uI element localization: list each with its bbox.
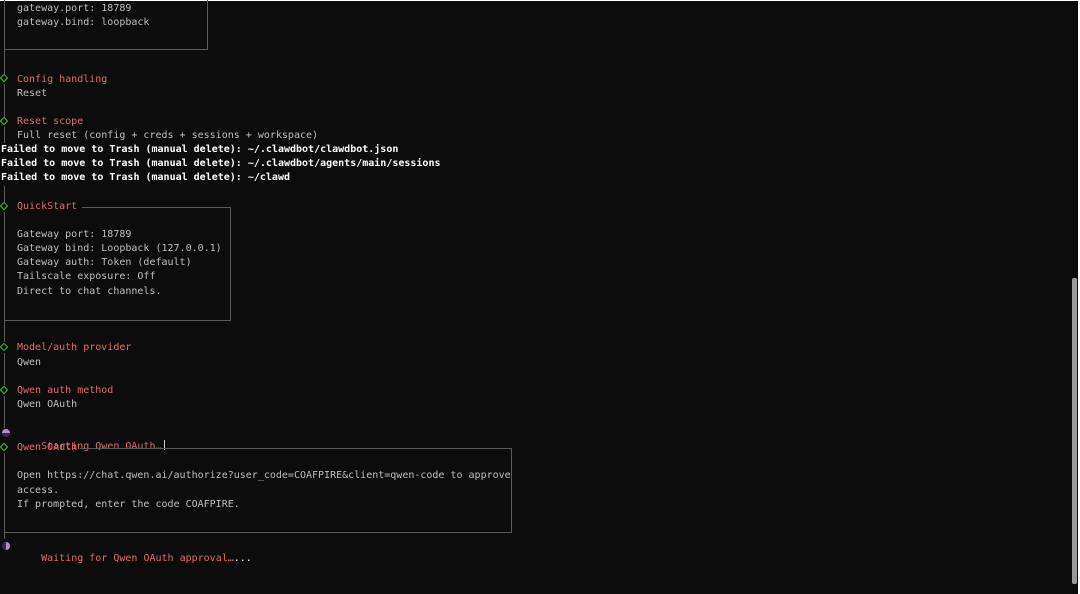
diamond-icon bbox=[0, 442, 9, 452]
quickstart-title: QuickStart bbox=[17, 201, 78, 212]
waiting-status: Waiting for Qwen OAuth approval…... bbox=[17, 541, 252, 564]
quickstart-line: Tailscale exposure: Off bbox=[17, 271, 156, 282]
model-provider-title: Model/auth provider bbox=[17, 342, 132, 353]
spinner-icon bbox=[2, 542, 10, 550]
quickstart-line: Direct to chat channels. bbox=[17, 286, 162, 297]
qwen-oauth-line: If prompted, enter the code COAFPIRE. bbox=[17, 499, 240, 510]
auth-method-value: Qwen OAuth bbox=[17, 399, 78, 410]
flow-line bbox=[4, 453, 5, 539]
diamond-icon bbox=[0, 73, 9, 83]
scrollbar-thumb[interactable] bbox=[1072, 278, 1077, 584]
qwen-oauth-title: Qwen OAuth bbox=[17, 442, 78, 453]
qwen-oauth-box-right-border bbox=[511, 448, 512, 533]
error-line: Failed to move to Trash (manual delete):… bbox=[1, 158, 441, 169]
terminal-window[interactable]: gateway.port: 18789 gateway.bind: loopba… bbox=[0, 0, 1080, 594]
flow-line bbox=[4, 396, 5, 428]
reset-scope-title: Reset scope bbox=[17, 116, 84, 127]
flow-line bbox=[4, 84, 5, 117]
qwen-oauth-box-bottom-border bbox=[4, 532, 512, 533]
qwen-oauth-line: Open https://chat.qwen.ai/authorize?user… bbox=[17, 470, 511, 481]
quickstart-line: Gateway auth: Token (default) bbox=[17, 257, 192, 268]
diamond-icon bbox=[0, 385, 9, 395]
summary-line: gateway.port: 18789 bbox=[17, 3, 132, 14]
flow-line bbox=[4, 186, 5, 203]
summary-box-bottom-border bbox=[4, 49, 208, 50]
flow-line bbox=[4, 212, 5, 342]
flow-line bbox=[4, 127, 5, 143]
config-handling-title: Config handling bbox=[17, 74, 108, 85]
config-handling-value: Reset bbox=[17, 88, 48, 99]
qwen-oauth-line: access. bbox=[17, 485, 60, 496]
flow-line bbox=[4, 353, 5, 385]
quickstart-box-top-border bbox=[82, 207, 231, 208]
quickstart-line: Gateway port: 18789 bbox=[17, 229, 132, 240]
quickstart-line: Gateway bind: Loopback (127.0.0.1) bbox=[17, 243, 222, 254]
diamond-icon bbox=[0, 116, 9, 126]
summary-line: gateway.bind: loopback bbox=[17, 17, 150, 28]
quickstart-box-bottom-border bbox=[4, 320, 231, 321]
diamond-icon bbox=[0, 201, 9, 211]
error-line: Failed to move to Trash (manual delete):… bbox=[1, 172, 290, 183]
starting-status: Starting Qwen OAuth… bbox=[17, 428, 165, 452]
auth-method-title: Qwen auth method bbox=[17, 385, 114, 396]
flow-line bbox=[4, 0, 5, 75]
diamond-icon bbox=[0, 342, 9, 352]
qwen-oauth-box-top-border bbox=[80, 448, 512, 449]
spinner-icon bbox=[2, 429, 10, 437]
waiting-status-text: Waiting for Qwen OAuth approval… bbox=[41, 553, 234, 564]
error-line: Failed to move to Trash (manual delete):… bbox=[1, 144, 399, 155]
reset-scope-value: Full reset (config + creds + sessions + … bbox=[17, 130, 319, 141]
waiting-dots: ... bbox=[233, 553, 252, 564]
model-provider-value: Qwen bbox=[17, 357, 42, 368]
window-top-border bbox=[0, 0, 1080, 1]
summary-box-right-border bbox=[207, 0, 208, 50]
quickstart-box-right-border bbox=[230, 207, 231, 321]
